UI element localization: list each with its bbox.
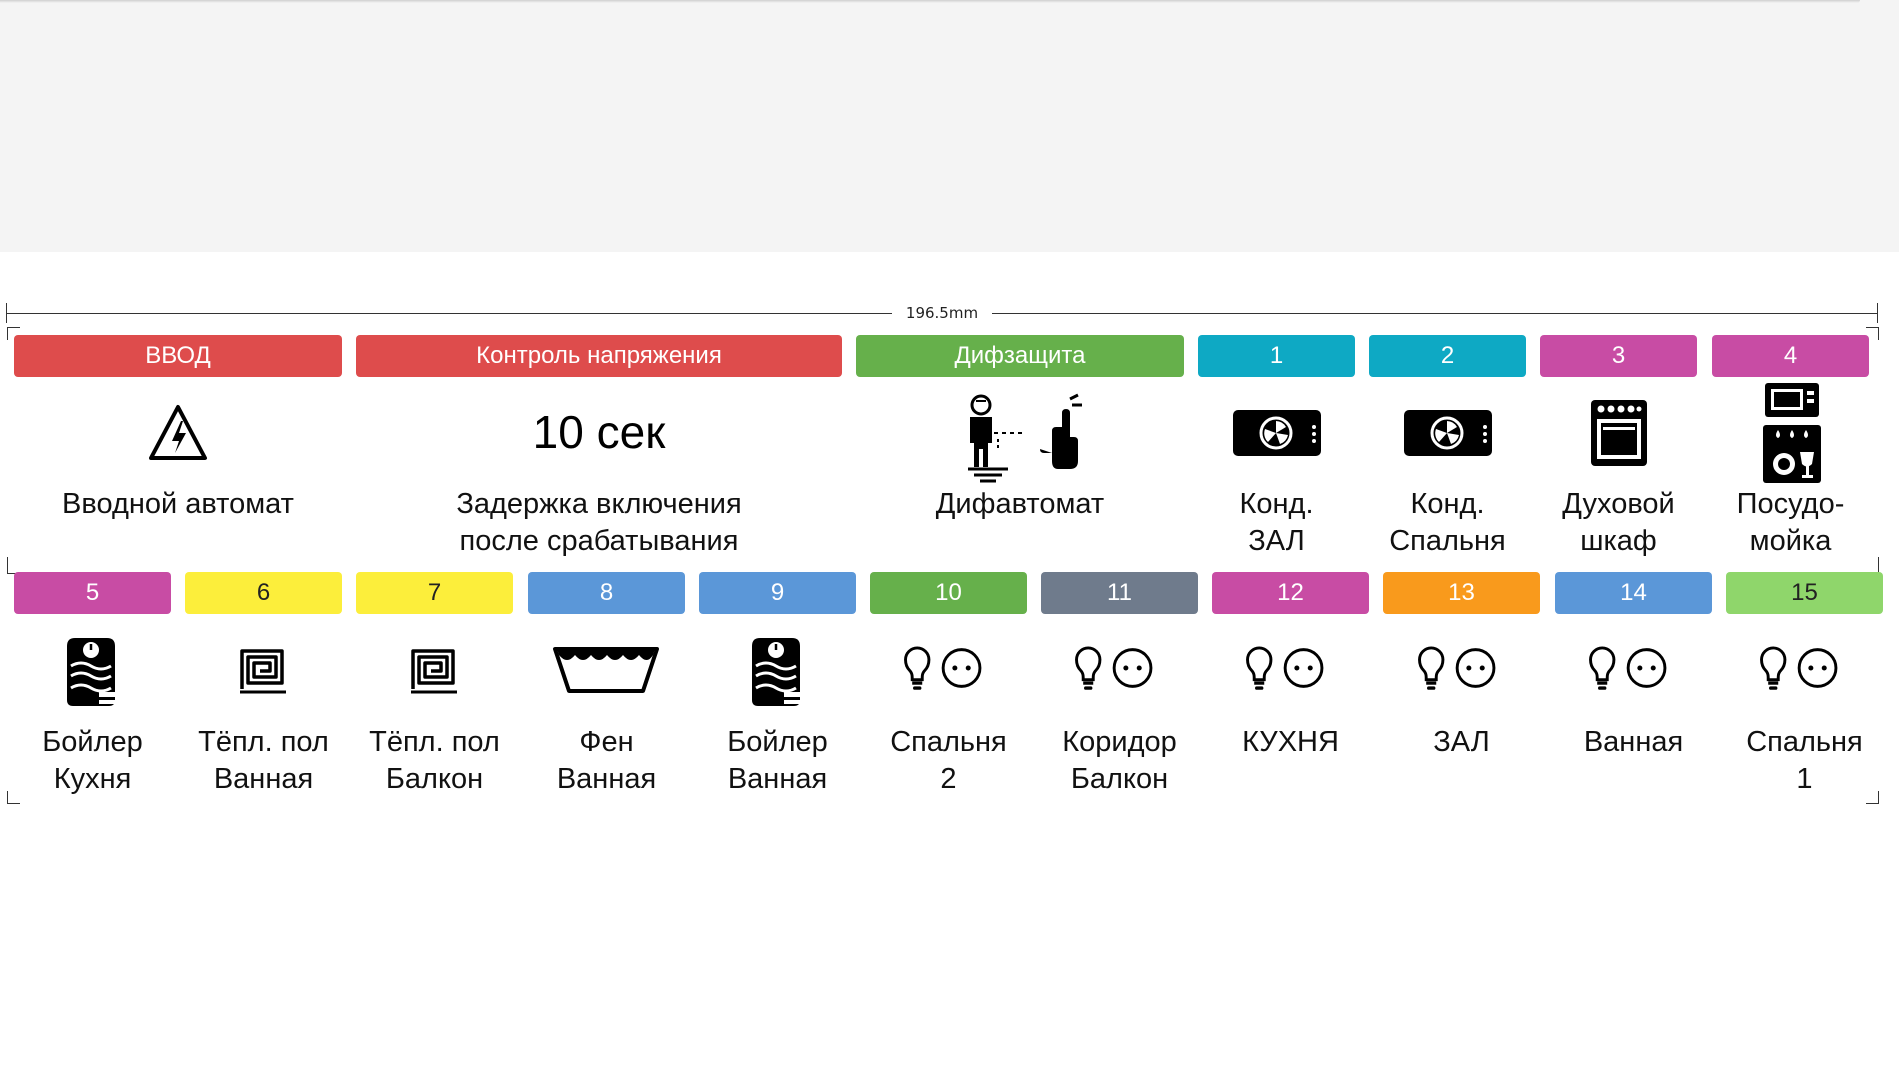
caption-line: мойка [1749,525,1832,557]
caption-line: Тёпл. пол [198,726,329,758]
caption-line: Духовой [1562,488,1675,520]
caption-line: Ванная [556,763,657,795]
bulb-socket-icon [1588,643,1680,693]
bulb-socket-icon [903,643,995,693]
caption-line: Балкон [1070,763,1169,795]
caption-line: Конд. [1410,488,1485,520]
caption-line: шкаф [1580,525,1657,557]
oven-icon [1589,398,1649,468]
floor-heating-icon [409,645,459,695]
bulb-socket-icon [1245,643,1337,693]
caption-boiler-bathroom: Бойлер Ванная [699,724,856,798]
caption-line: 2 [940,763,957,795]
air-conditioner-icon [1232,409,1322,457]
caption-line: Бойлер [727,726,828,758]
caption-bedroom-1: Спальня 1 [1726,724,1883,798]
air-conditioner-icon [1403,409,1493,457]
caption-bedroom-2: Спальня 2 [870,724,1027,798]
tag-5: 5 [14,572,171,614]
water-heater-icon [748,636,804,708]
water-heater-icon [63,636,119,708]
tag-difprotection: Дифзащита [856,335,1184,377]
dimension-label: 196.5mm [893,304,991,322]
caption-dryer-bathroom: Фен Ванная [528,724,685,798]
microwave-icon [1764,382,1820,418]
caption-line: Кухня [53,763,132,795]
tag-9: 9 [699,572,856,614]
dimension-line: 196.5mm [6,303,1878,323]
bulb-socket-icon [1074,643,1166,693]
delay-time-text: 10 сек [532,406,666,458]
tag-voltage-control: Контроль напряжения [356,335,842,377]
caption-line: ЗАЛ [1248,525,1305,557]
caption-ac-hall: Конд. ЗАЛ [1198,486,1355,560]
caption-ac-bedroom: Конд. Спальня [1369,486,1526,560]
caption-line: после срабатывания [459,525,739,557]
caption-line: Ванная [727,763,828,795]
caption-difautomat: Дифавтомат [856,486,1184,523]
tag-1: 1 [1198,335,1355,377]
caption-delay: Задержка включения после срабатывания [356,486,842,560]
tag-14: 14 [1555,572,1712,614]
tag-10: 10 [870,572,1027,614]
caption-input-breaker: Вводной автомат [14,486,342,523]
caption-line: Коридор [1062,726,1177,758]
caption-line: Тёпл. пол [369,726,500,758]
caption-line: Спальня [890,726,1007,758]
caption-line: Спальня [1746,726,1863,758]
tag-6: 6 [185,572,342,614]
dishwasher-icon [1762,424,1822,484]
caption-line: Бойлер [42,726,143,758]
caption-line: КУХНЯ [1242,726,1339,758]
tag-3: 3 [1540,335,1697,377]
caption-hall: ЗАЛ [1383,724,1540,761]
tag-12: 12 [1212,572,1369,614]
tag-4: 4 [1712,335,1869,377]
caption-bathroom: Ванная [1555,724,1712,761]
caption-line: Конд. [1239,488,1314,520]
tag-vvod: ВВОД [14,335,342,377]
caption-line: Балкон [385,763,484,795]
caption-oven: Духовой шкаф [1540,486,1697,560]
caption-floorheat-bathroom: Тёпл. пол Ванная [185,724,342,798]
tag-2: 2 [1369,335,1526,377]
caption-line: Ванная [1583,726,1684,758]
caption-line: Фен [579,726,634,758]
caption-floorheat-balcony: Тёпл. пол Балкон [356,724,513,798]
caption-dishwasher: Посудо- мойка [1712,486,1869,560]
label-sheet: 196.5mm ВВОД Контроль напряжения Дифзащи… [0,0,1899,1080]
tag-8: 8 [528,572,685,614]
tag-13: 13 [1383,572,1540,614]
caption-line: Посудо- [1736,488,1845,520]
tag-7: 7 [356,572,513,614]
bulb-socket-icon [1759,643,1851,693]
differential-breaker-icon [956,393,1086,483]
caption-line: Вводной автомат [62,488,294,520]
hand-dryer-icon [551,645,661,695]
caption-kitchen: КУХНЯ [1212,724,1369,761]
high-voltage-warning-icon [148,403,208,463]
caption-line: Задержка включения [456,488,742,520]
floor-heating-icon [238,645,288,695]
caption-line: Ванная [213,763,314,795]
caption-line: Дифавтомат [935,488,1105,520]
caption-line: 1 [1796,763,1813,795]
caption-line: ЗАЛ [1433,726,1490,758]
caption-boiler-kitchen: Бойлер Кухня [14,724,171,798]
tag-11: 11 [1041,572,1198,614]
caption-line: Спальня [1389,525,1506,557]
caption-corridor-balcony: Коридор Балкон [1041,724,1198,798]
tag-15: 15 [1726,572,1883,614]
bulb-socket-icon [1417,643,1509,693]
